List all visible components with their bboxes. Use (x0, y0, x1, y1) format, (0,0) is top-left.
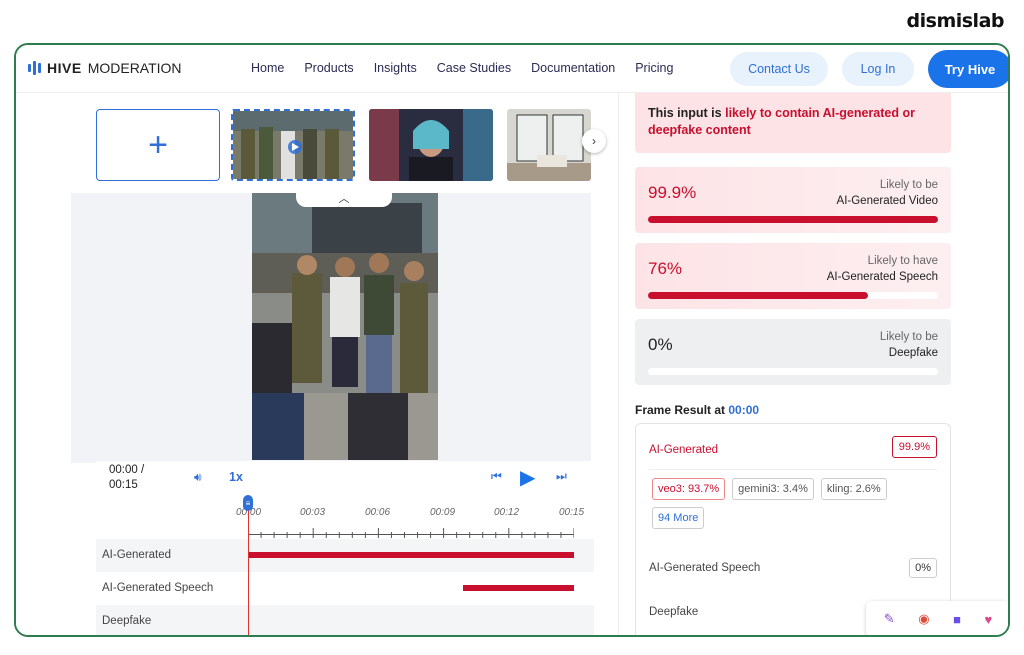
plus-icon: + (148, 125, 168, 164)
frame-speech-label: AI-Generated Speech (649, 562, 761, 574)
timeline: 00:00 00:03 00:06 00:09 00:12 00:15 AI-G… (96, 495, 594, 635)
score-category: Deepfake (888, 347, 938, 359)
score-fill (648, 292, 869, 299)
logo-rest-text: MODERATION (87, 60, 182, 76)
time-current: 00:00 / (109, 464, 145, 476)
verdict-alert: This input is likely to contain AI-gener… (635, 93, 951, 153)
score-card-deepfake: 0% Likely to be Deepfake (635, 319, 951, 385)
playhead-handle[interactable]: ≡ (243, 495, 253, 511)
skip-next-icon[interactable]: ⏭︎ (556, 469, 567, 484)
timeline-row-ai-speech: AI-Generated Speech (96, 572, 594, 605)
skip-previous-icon[interactable]: ⏮︎ (491, 469, 502, 484)
heart-icon[interactable]: ♥ (984, 612, 992, 627)
frame-time: 00:00 (728, 403, 760, 417)
ruler-ticks (247, 528, 575, 538)
detection-bar (248, 552, 574, 558)
nav-link-pricing[interactable]: Pricing (635, 61, 673, 75)
row-label: AI-Generated Speech (102, 582, 214, 594)
pen-icon[interactable]: ✎ (884, 611, 895, 627)
frame-ai-percent: 99.9% (891, 436, 937, 458)
score-percent: 76% (648, 259, 683, 278)
thumbnail-interior-room[interactable] (507, 109, 591, 181)
nav-link-home[interactable]: Home (251, 61, 284, 75)
row-label: AI-Generated (102, 549, 172, 561)
score-percent: 99.9% (648, 183, 697, 202)
nav-link-products[interactable]: Products (304, 61, 353, 75)
browser-frame: HIVE MODERATION Home Products Insights C… (14, 43, 1010, 637)
dismislab-watermark: dismislab (906, 10, 1005, 32)
collapse-preview-button[interactable]: ︿ (296, 189, 392, 207)
score-track (648, 368, 938, 375)
frame-speech-percent: 0% (909, 558, 937, 578)
model-chip-kling: kling: 2.6% (820, 478, 887, 500)
frame-ai-label: AI-Generated (649, 444, 719, 456)
model-chip-gemini3: gemini3: 3.4% (732, 478, 814, 500)
model-chips: veo3: 93.7% gemini3: 3.4% kling: 2.6% 94… (652, 478, 912, 529)
more-models-button[interactable]: 94 More (652, 507, 705, 529)
score-card-ai-video: 99.9% Likely to be AI-Generated Video (635, 167, 951, 233)
playback-speed-button[interactable]: 1x (229, 470, 243, 484)
video-frame-image (252, 193, 438, 460)
thumbnail-crowd-image (233, 111, 353, 179)
contact-us-button[interactable]: Contact Us (730, 52, 828, 86)
thumbnail-room-image (507, 109, 591, 181)
score-caption: Likely to be (879, 179, 938, 191)
timeline-row-deepfake: Deepfake (96, 605, 594, 635)
video-frame[interactable] (252, 193, 438, 460)
row-label: Deepfake (102, 615, 152, 627)
add-media-button[interactable]: + (96, 109, 220, 181)
thumbnail-cyberpunk-image (369, 109, 493, 181)
player-controls: 00:00 / 00:15 🔊︎ 1x ⏮︎ ▶︎ ⏭︎ (96, 461, 594, 495)
media-pane: + › ︿ 00:00 / 00:15 🔊︎ 1x ⏮︎ ▶︎ ⏭︎ 00:03… (16, 93, 616, 635)
chevron-up-icon: ︿ (338, 193, 350, 205)
tick-label: 00:03 (300, 507, 326, 518)
time-total: 00:15 (109, 479, 138, 491)
score-category: AI-Generated Speech (826, 271, 938, 283)
log-in-button[interactable]: Log In (842, 52, 914, 86)
tick-label: 00:06 (365, 507, 391, 518)
score-fill (648, 216, 938, 223)
hive-logo-icon (28, 61, 41, 75)
nav-link-insights[interactable]: Insights (374, 61, 417, 75)
alert-prefix: This input is (648, 106, 726, 120)
detection-bar (463, 585, 574, 591)
thumbnail-cyberpunk-woman[interactable] (369, 109, 493, 181)
frame-result-title: Frame Result at 00:00 (635, 403, 759, 417)
logo-bold-text: HIVE (47, 60, 82, 76)
folder-icon[interactable]: ■ (953, 612, 961, 627)
hive-logo[interactable]: HIVE MODERATION (28, 60, 182, 76)
score-track (648, 216, 938, 223)
frame-deepfake-label: Deepfake (649, 606, 699, 618)
frame-title-text: Frame Result at (635, 403, 729, 417)
score-category: AI-Generated Video (836, 195, 938, 207)
top-nav: HIVE MODERATION Home Products Insights C… (16, 45, 1008, 93)
try-hive-button[interactable]: Try Hive (928, 50, 1008, 88)
tick-label: 00:15 (559, 507, 585, 518)
time-display: 00:00 / 00:15 (109, 463, 144, 493)
timeline-ruler[interactable] (247, 525, 575, 538)
nav-link-documentation[interactable]: Documentation (531, 61, 615, 75)
volume-icon[interactable]: 🔊︎ (194, 470, 202, 485)
tick-label: 00:09 (430, 507, 456, 518)
thumbnails-next-button[interactable]: › (582, 129, 606, 153)
results-pane: This input is likely to contain AI-gener… (618, 93, 1008, 635)
playhead-line (248, 499, 249, 635)
floating-toolbar: ✎ ◉ ■ ♥ (866, 601, 1008, 635)
chevron-right-icon: › (592, 134, 596, 148)
divider (649, 469, 937, 470)
score-percent: 0% (648, 335, 673, 354)
nav-links: Home Products Insights Case Studies Docu… (251, 61, 673, 75)
nav-link-case-studies[interactable]: Case Studies (437, 61, 511, 75)
play-icon[interactable]: ▶︎ (520, 465, 535, 490)
color-picker-icon[interactable]: ◉ (918, 611, 929, 627)
thumbnail-selected-video[interactable] (231, 109, 355, 181)
timeline-row-ai-generated: AI-Generated (96, 539, 594, 572)
tick-label: 00:12 (494, 507, 520, 518)
model-chip-veo3: veo3: 93.7% (652, 478, 726, 500)
score-track (648, 292, 938, 299)
score-caption: Likely to be (879, 331, 938, 343)
score-caption: Likely to have (867, 255, 938, 267)
score-card-ai-speech: 76% Likely to have AI-Generated Speech (635, 243, 951, 309)
